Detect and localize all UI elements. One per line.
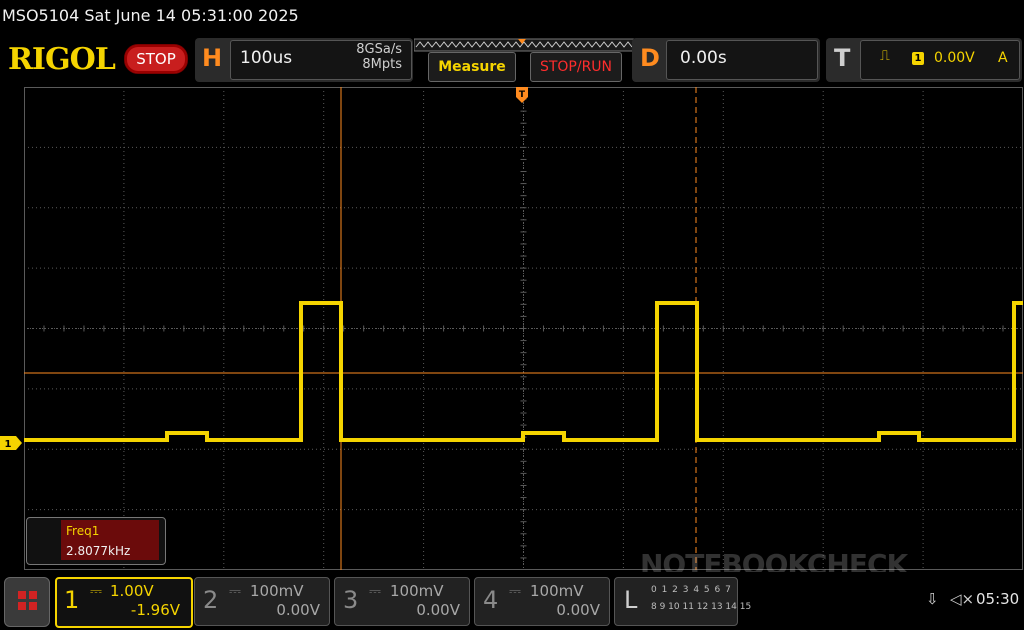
rising-edge-icon: ⎍ — [880, 48, 890, 64]
channel-1-offset: -1.96V — [130, 601, 180, 619]
ch1-offset-marker[interactable]: 1 — [0, 436, 22, 450]
channel-2-scale: 100mV — [250, 582, 304, 600]
dc-coupling-icon: ⎓ — [90, 582, 102, 600]
channel-1-scale: 1.00V — [110, 582, 154, 600]
trigger-level: 0.00V — [934, 50, 975, 66]
logic-bits-low: 0 1 2 3 4 5 6 7 — [651, 585, 732, 595]
channel-4-number: 4 — [483, 586, 499, 614]
sample-rate: 8GSa/s — [356, 42, 402, 57]
run-state-badge[interactable]: STOP — [124, 44, 188, 74]
horizontal-letter: H — [202, 44, 223, 72]
measurement-value: 2.8077kHz — [66, 544, 131, 558]
delay-letter: D — [640, 44, 660, 72]
trigger-marker-label: T — [519, 90, 526, 100]
ch1-marker-label: 1 — [5, 439, 12, 450]
delay-value: 0.00s — [680, 48, 727, 68]
dc-coupling-icon: ⎓ — [369, 582, 381, 600]
main-menu-button[interactable] — [4, 577, 50, 627]
measurement-name: Freq1 — [66, 524, 100, 538]
stop-run-button[interactable]: STOP/RUN — [530, 52, 622, 82]
trigger-mode: A — [998, 50, 1008, 66]
trigger-source: 1 — [912, 52, 924, 65]
channel-3-scale: 100mV — [390, 582, 444, 600]
channel-2-number: 2 — [203, 586, 219, 614]
measure-button[interactable]: Measure — [428, 52, 516, 82]
timebase-value: 100us — [240, 48, 293, 68]
logic-letter: L — [624, 586, 638, 614]
channel-4-offset: 0.00V — [556, 601, 600, 619]
usb-icon: ⇩ — [926, 590, 939, 608]
speaker-muted-icon[interactable]: ◁× — [950, 590, 974, 608]
waveform-display[interactable]: T — [24, 87, 1023, 570]
system-clock: 05:30 — [976, 590, 1020, 608]
waveform-overview[interactable] — [414, 38, 634, 52]
memory-depth: 8Mpts — [362, 57, 402, 72]
dc-coupling-icon: ⎓ — [509, 582, 521, 600]
channel-1-number: 1 — [64, 586, 80, 614]
channel-3-offset: 0.00V — [416, 601, 460, 619]
trigger-letter: T — [834, 44, 851, 72]
device-title: MSO5104 Sat June 14 05:31:00 2025 — [2, 6, 299, 25]
channel-2-offset: 0.00V — [276, 601, 320, 619]
channel-3-number: 3 — [343, 586, 359, 614]
dc-coupling-icon: ⎓ — [229, 582, 241, 600]
logic-bits-high: 8 9 10 11 12 13 14 15 — [651, 602, 752, 612]
rigol-logo: RIGOL — [8, 42, 116, 77]
channel-4-scale: 100mV — [530, 582, 584, 600]
